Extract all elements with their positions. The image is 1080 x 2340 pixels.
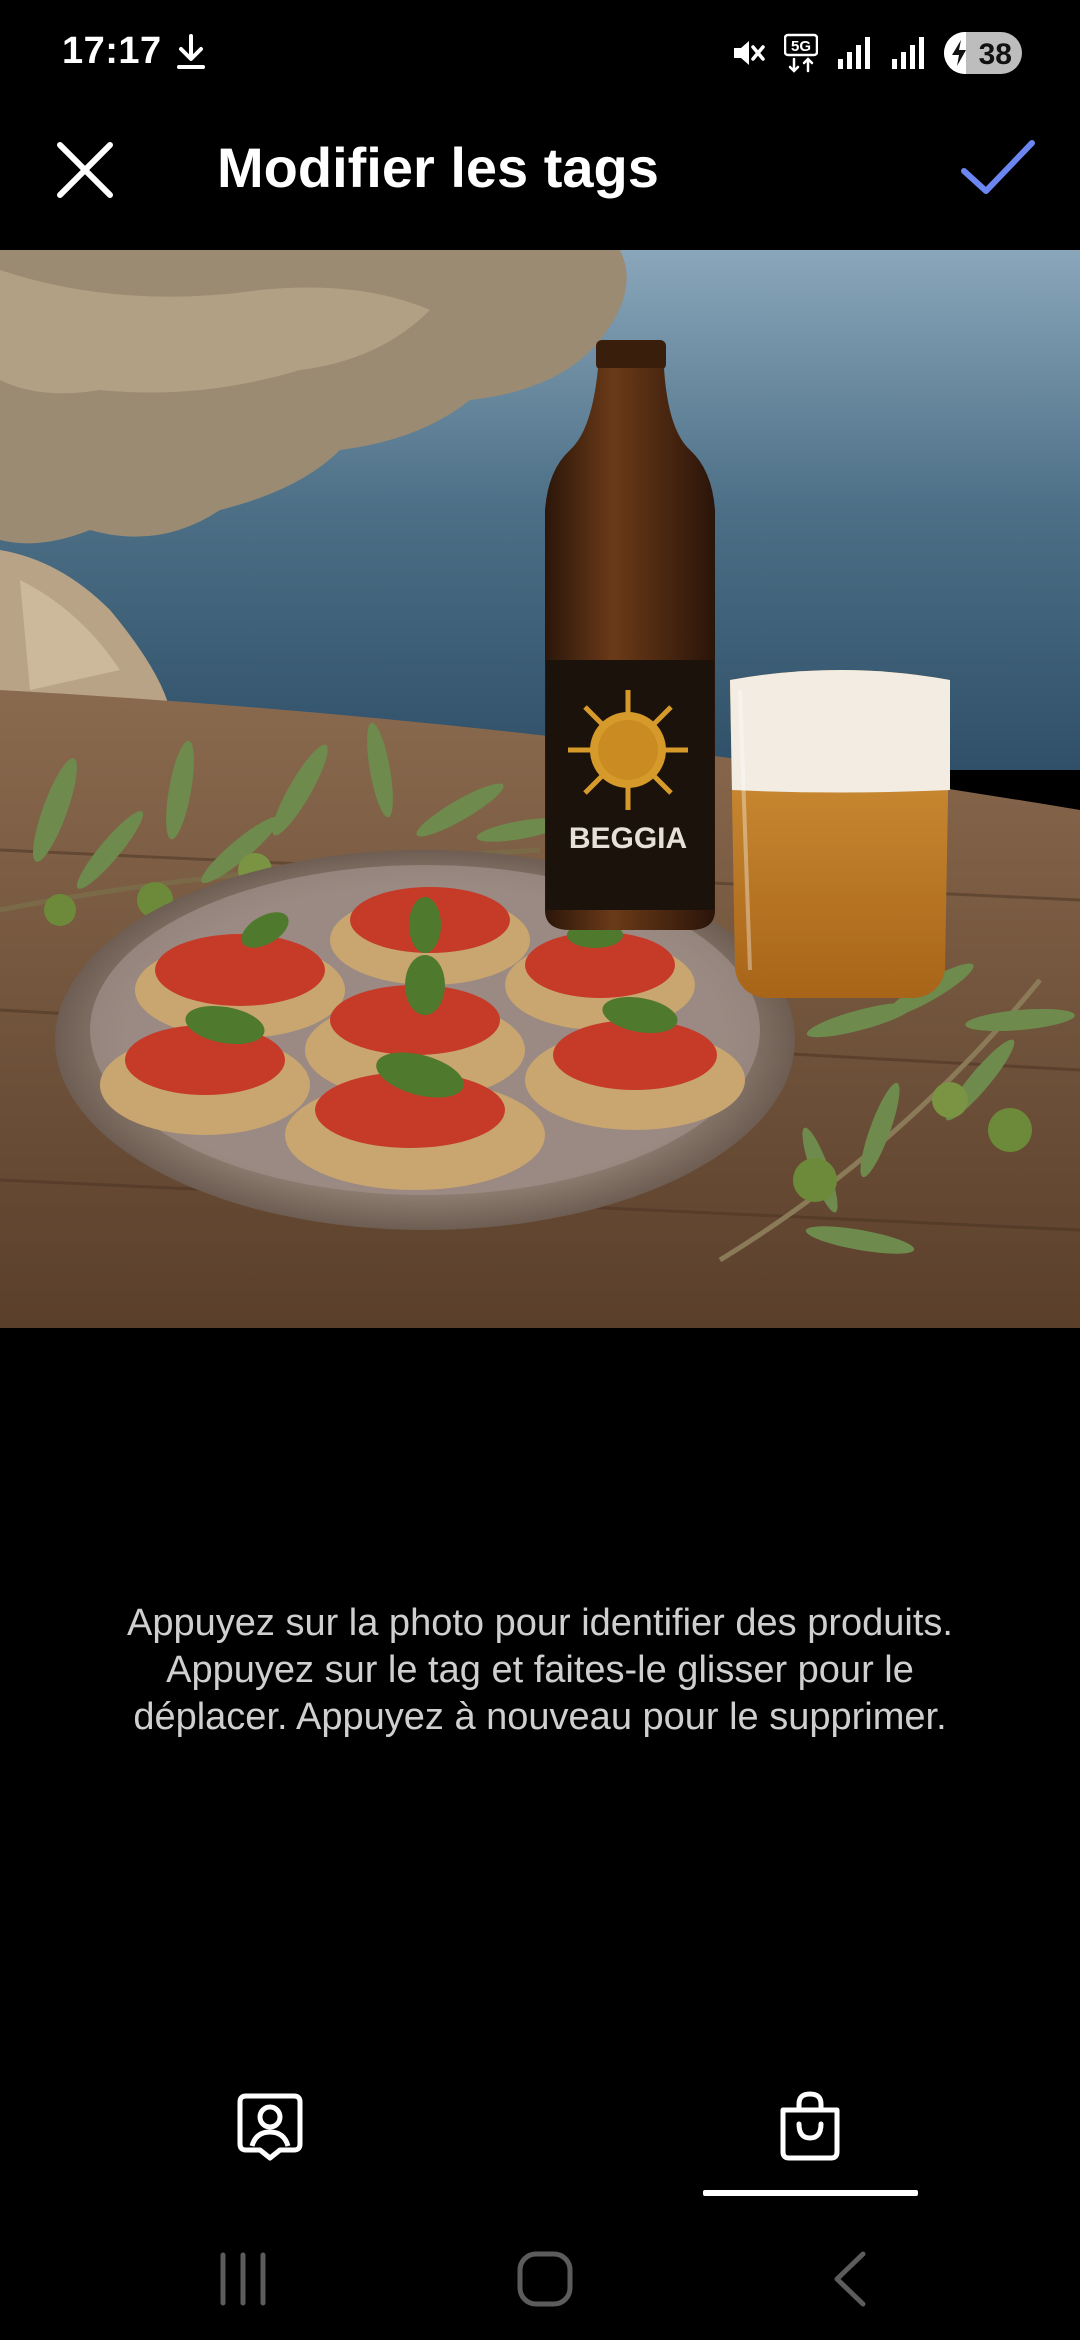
close-icon xyxy=(57,142,113,198)
photo-canvas[interactable]: BEGGIA xyxy=(0,250,1080,1328)
signal-icon xyxy=(836,33,872,73)
header: Modifier les tags xyxy=(0,105,1080,250)
network-label: 5G xyxy=(791,38,811,55)
checkmark-icon xyxy=(961,140,1035,194)
tab-selected-indicator xyxy=(703,2190,918,2196)
recents-button[interactable] xyxy=(193,2234,293,2324)
tag-type-tabs xyxy=(0,2070,1080,2200)
beer-glass xyxy=(730,670,950,998)
back-icon xyxy=(834,2251,866,2307)
download-icon xyxy=(174,32,208,72)
mute-icon xyxy=(730,33,766,73)
status-bar: 17:17 5G 38 xyxy=(0,0,1080,105)
confirm-button[interactable] xyxy=(956,131,1040,205)
tab-tag-people[interactable] xyxy=(135,2070,405,2200)
back-button[interactable] xyxy=(800,2234,900,2324)
signal-icon-2 xyxy=(890,33,926,73)
home-button[interactable] xyxy=(495,2234,595,2324)
tab-tag-products[interactable] xyxy=(675,2070,945,2200)
status-time: 17:17 xyxy=(62,30,162,72)
tag-people-icon xyxy=(237,2093,303,2161)
recents-icon xyxy=(220,2252,266,2306)
battery-level: 38 xyxy=(978,38,1012,71)
system-nav-bar xyxy=(0,2220,1080,2340)
home-icon xyxy=(517,2251,573,2307)
close-button[interactable] xyxy=(50,135,120,205)
battery-icon: 38 xyxy=(944,32,1022,74)
5g-icon: 5G xyxy=(783,33,819,73)
instructions-text: Appuyez sur la photo pour identifier des… xyxy=(127,1602,953,1738)
product-photo: BEGGIA xyxy=(0,250,1080,1328)
page-title: Modifier les tags xyxy=(217,136,659,199)
shopping-bag-icon xyxy=(780,2091,840,2161)
bottle-label: BEGGIA xyxy=(569,822,687,855)
status-icons: 5G 38 xyxy=(730,28,1022,78)
